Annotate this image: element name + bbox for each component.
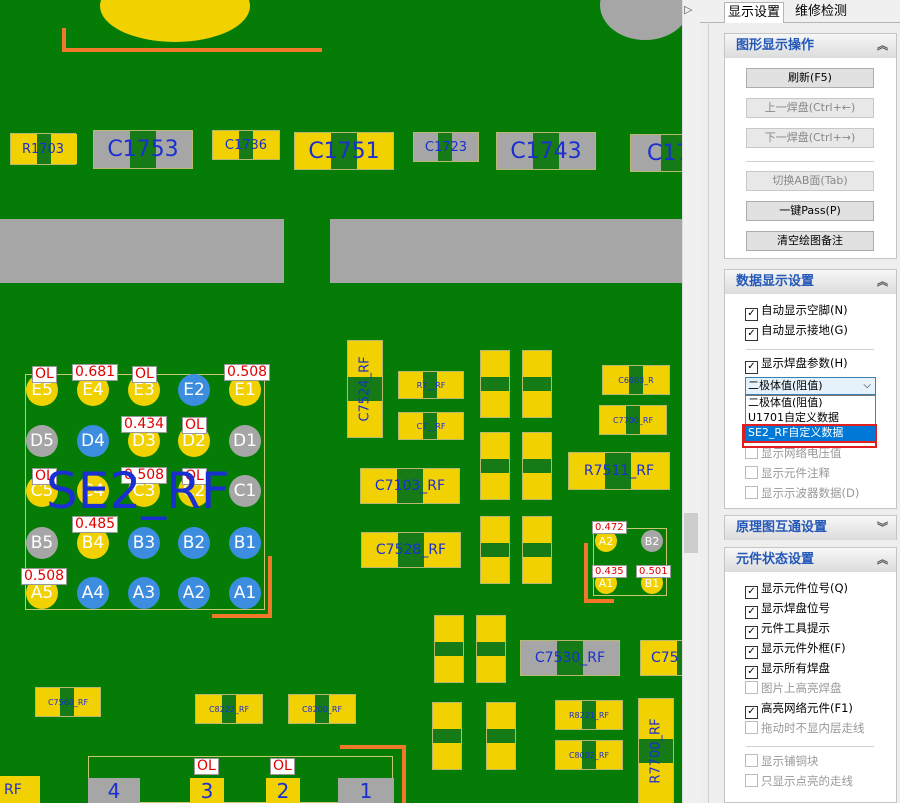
prev-pad-button[interactable]: 上一焊盘(Ctrl+←): [746, 98, 874, 118]
checkbox-label: 显示所有焊盘: [761, 661, 830, 675]
switch-ab-button[interactable]: 切换AB面(Tab): [746, 171, 874, 191]
checkbox-box[interactable]: ✓: [745, 328, 758, 341]
hide-inner-traces-checkbox[interactable]: 拖动时不显内层走线: [745, 720, 865, 736]
show-scope-data-checkbox[interactable]: 显示示波器数据(D): [745, 485, 859, 501]
checkbox-box[interactable]: ✓: [745, 586, 758, 599]
tab-repair-inspection[interactable]: 维修检测: [792, 2, 850, 22]
expand-icon[interactable]: ︾: [877, 516, 888, 540]
section-header[interactable]: 元件状态设置 ︽: [725, 548, 896, 572]
checkbox-label: 显示焊盘位号: [761, 601, 830, 615]
checkbox-box[interactable]: ✓: [745, 666, 758, 679]
show-all-pads-checkbox[interactable]: ✓ 显示所有焊盘: [745, 660, 830, 679]
panel-divider: [708, 22, 709, 803]
checkbox-label: 拖动时不显内层走线: [761, 721, 865, 735]
auto-gnd-checkbox[interactable]: ✓ 自动显示接地(G): [745, 322, 848, 341]
show-comp-notes-checkbox[interactable]: 显示元件注释: [745, 465, 830, 481]
auto-nc-checkbox[interactable]: ✓ 自动显示空脚(N): [745, 302, 848, 321]
vertical-scrollbar[interactable]: [682, 0, 700, 803]
settings-panel: ▷ 显示设置 维修检测 图形显示操作 ︽ 刷新(F5) 上一焊盘(Ctrl+←) …: [684, 0, 900, 803]
checkbox-box[interactable]: ✓: [745, 308, 758, 321]
section-title: 元件状态设置: [736, 552, 815, 567]
next-pad-button[interactable]: 下一焊盘(Ctrl+→): [746, 128, 874, 148]
checkbox-label: 显示元件注释: [761, 466, 830, 480]
show-pad-number-checkbox[interactable]: ✓ 显示焊盘位号: [745, 600, 830, 619]
checkbox-box[interactable]: [745, 486, 758, 499]
checkbox-label: 显示焊盘参数(H): [761, 356, 848, 370]
checkbox-label: 图片上高亮焊盘: [761, 681, 842, 695]
checkbox-box[interactable]: ✓: [745, 361, 758, 374]
checkbox-label: 显示示波器数据(D): [761, 486, 860, 500]
checkbox-box[interactable]: [745, 466, 758, 479]
divider: [746, 161, 874, 162]
show-lit-traces-checkbox[interactable]: 只显示点亮的走线: [745, 773, 853, 789]
tab-scroll-arrow[interactable]: ▷: [684, 3, 692, 16]
checkbox-box[interactable]: ✓: [745, 606, 758, 619]
scrollbar-thumb[interactable]: [684, 513, 698, 553]
checkbox-label: 元件工具提示: [761, 621, 830, 635]
pad-param-dropdown[interactable]: 二极体值(阻值) ⌵: [745, 377, 876, 395]
one-pass-button[interactable]: 一键Pass(P): [746, 201, 874, 221]
checkbox-box[interactable]: ✓: [745, 706, 758, 719]
highlight-net-comp-checkbox[interactable]: ✓ 高亮网络元件(F1): [745, 700, 853, 719]
show-copper-checkbox[interactable]: 显示铺铜块: [745, 753, 819, 769]
clear-notes-button[interactable]: 清空绘图备注: [746, 231, 874, 251]
checkbox-label: 显示元件位号(Q): [761, 581, 849, 595]
annotation-box: [742, 424, 877, 448]
show-pad-params-checkbox[interactable]: ✓ 显示焊盘参数(H): [745, 355, 848, 374]
section-graphics-ops: 图形显示操作 ︽ 刷新(F5) 上一焊盘(Ctrl+←) 下一焊盘(Ctrl+→)…: [724, 33, 897, 259]
collapse-icon[interactable]: ︽: [877, 34, 888, 58]
checkbox-label: 显示网络电压值: [761, 446, 842, 460]
tab-display-settings[interactable]: 显示设置: [724, 2, 785, 23]
section-header[interactable]: 图形显示操作 ︽: [725, 34, 896, 58]
section-title: 数据显示设置: [736, 274, 815, 289]
checkbox-box[interactable]: ✓: [745, 646, 758, 659]
section-component-status: 元件状态设置 ︽ ✓ 显示元件位号(Q) ✓ 显示焊盘位号 ✓ 元件工具提示 ✓ 显示元件…: [724, 547, 897, 803]
checkbox-box[interactable]: [745, 774, 758, 787]
checkbox-label: 显示元件外框(F): [761, 641, 846, 655]
comp-tooltip-checkbox[interactable]: ✓ 元件工具提示: [745, 620, 830, 639]
section-data-display: 数据显示设置 ︽ ✓ 自动显示空脚(N) ✓ 自动显示接地(G) ✓ 显示焊盘参数(H)…: [724, 269, 897, 509]
dropdown-option[interactable]: 二极体值(阻值): [746, 396, 875, 411]
divider: [746, 349, 874, 350]
checkbox-label: 显示铺铜块: [761, 754, 819, 768]
section-title: 原理图互通设置: [736, 520, 828, 535]
checkbox-box[interactable]: [745, 754, 758, 767]
refresh-button[interactable]: 刷新(F5): [746, 68, 874, 88]
checkbox-box[interactable]: [745, 681, 758, 694]
highlight-pad-image-checkbox[interactable]: 图片上高亮焊盘: [745, 680, 842, 696]
checkbox-label: 自动显示接地(G): [761, 323, 848, 337]
checkbox-label: 只显示点亮的走线: [761, 774, 853, 788]
collapse-icon[interactable]: ︽: [877, 270, 888, 294]
section-header[interactable]: 数据显示设置 ︽: [725, 270, 896, 294]
section-title: 图形显示操作: [736, 38, 815, 53]
section-schematic-link: 原理图互通设置 ︾: [724, 515, 897, 540]
dropdown-value: 二极体值(阻值): [748, 379, 823, 392]
section-header[interactable]: 原理图互通设置 ︾: [725, 516, 896, 540]
collapse-icon[interactable]: ︽: [877, 548, 888, 572]
panel-tabbar: ▷ 显示设置 维修检测: [684, 0, 900, 23]
show-refdes-checkbox[interactable]: ✓ 显示元件位号(Q): [745, 580, 849, 599]
divider: [746, 746, 874, 747]
checkbox-label: 自动显示空脚(N): [761, 303, 848, 317]
checkbox-box[interactable]: ✓: [745, 626, 758, 639]
checkbox-label: 高亮网络元件(F1): [761, 701, 853, 715]
checkbox-box[interactable]: [745, 721, 758, 734]
chevron-down-icon: ⌵: [863, 380, 871, 391]
show-comp-outline-checkbox[interactable]: ✓ 显示元件外框(F): [745, 640, 846, 659]
